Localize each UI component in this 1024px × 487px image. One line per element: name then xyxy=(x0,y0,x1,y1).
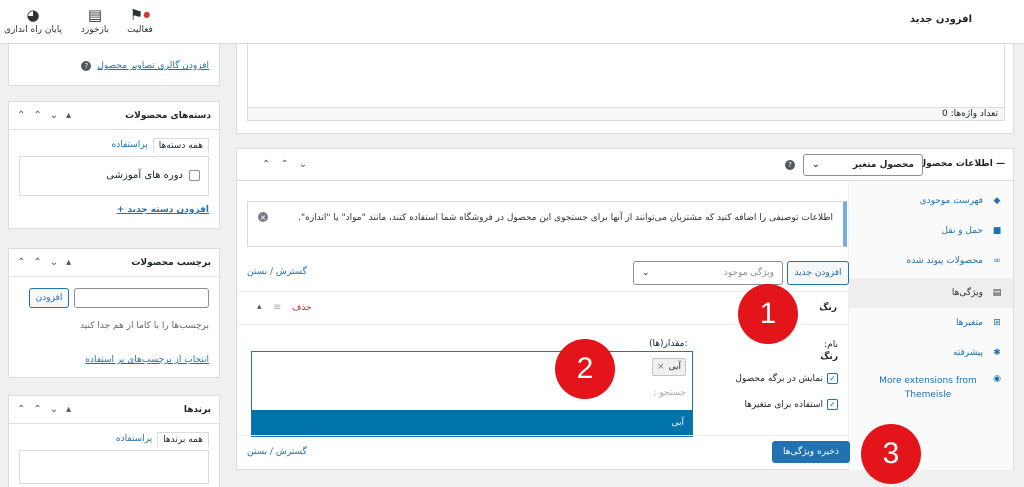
brands-box: برندها ⌃ ⌃ ⌄ ▴ همه برندها پراستفاده xyxy=(8,395,220,487)
box-arrows[interactable]: ⌃ ⌃ ⌄ ▴ xyxy=(17,110,71,121)
product-data-title: اطلاعات محصول — xyxy=(918,159,1005,169)
box-arrows[interactable]: ⌃ ⌃ ⌄ xyxy=(262,159,307,170)
chevron-down-icon: ⌄ xyxy=(298,159,308,170)
chevron-down-icon: ⌄ xyxy=(642,268,650,278)
editor-textarea[interactable] xyxy=(247,44,1005,108)
brands-box-header: برندها ⌃ ⌃ ⌄ ▴ xyxy=(9,396,219,424)
tab-popular-categories[interactable]: پراستفاده xyxy=(107,138,153,153)
add-new-category-link[interactable]: + افزودن دسته جدید xyxy=(117,205,209,215)
tab-more-extensions[interactable]: ◉ More extensions from Themeisle xyxy=(848,370,1013,410)
step-badge-2: 2 xyxy=(555,339,615,399)
attribute-values-label: مقدار(ها): xyxy=(649,339,688,349)
brand-list xyxy=(19,450,209,484)
tab-attributes[interactable]: ▤ ویژگی‌ها xyxy=(848,278,1013,308)
brands-title: برندها xyxy=(183,404,211,415)
feedback-icon: ▤ xyxy=(87,6,103,24)
existing-attribute-select[interactable]: ویژگی موجود ⌄ xyxy=(633,261,783,285)
tab-all-categories[interactable]: همه دسته‌ها xyxy=(152,138,209,153)
finish-setup-button[interactable]: ◕ پایان راه اندازی xyxy=(2,5,64,35)
help-icon[interactable]: ? xyxy=(785,160,795,170)
visible-on-page-option[interactable]: ✓ نمایش در برگه محصول xyxy=(735,373,838,384)
inventory-icon: ◆ xyxy=(993,196,1001,206)
advanced-gear-icon: ✱ xyxy=(993,348,1001,358)
tab-linked-products[interactable]: ∞ محصولات پیوند شده xyxy=(848,246,1013,276)
variations-grid-icon: ⊞ xyxy=(993,318,1001,328)
chevron-down-icon: ⌄ xyxy=(49,110,59,121)
help-icon[interactable]: ? xyxy=(81,61,92,71)
product-data-header: اطلاعات محصول — محصول متغیر ⌄ ? ⌃ ⌃ ⌄ xyxy=(237,149,1013,181)
product-type-select[interactable]: محصول متغیر ⌄ xyxy=(803,154,923,176)
tab-inventory[interactable]: ◆ فهرست موجودی xyxy=(848,186,1013,216)
dismiss-notice-icon[interactable]: × xyxy=(258,212,268,222)
tags-help-text: برچسب‌ها را با کاما از هم جدا کنید xyxy=(80,321,209,331)
shipping-truck-icon: ■ xyxy=(992,226,1002,236)
used-for-variations-option[interactable]: ✓ استفاده برای متغیرها xyxy=(744,399,838,410)
chevron-up-icon: ⌃ xyxy=(280,159,289,170)
remove-token-icon[interactable]: × xyxy=(657,362,665,372)
visible-on-page-checkbox[interactable]: ✓ xyxy=(827,373,838,384)
step-badge-3: 3 xyxy=(861,424,921,484)
page-title: افزودن جدید xyxy=(909,14,972,25)
expand-close-link[interactable]: گسترش / بستن xyxy=(247,267,307,277)
triangle-icon: ▴ xyxy=(66,110,72,121)
feedback-button[interactable]: ▤ بازخورد xyxy=(76,5,114,35)
category-checkbox[interactable] xyxy=(189,170,200,181)
tab-variations[interactable]: ⊞ متغیرها xyxy=(848,308,1013,338)
expand-close-link-bottom[interactable]: گسترش / بستن xyxy=(247,447,307,457)
tags-title: برچسب محصولات xyxy=(131,257,211,268)
top-bar: افزودن جدید ◕ پایان راه اندازی ▤ بازخورد… xyxy=(0,0,1024,44)
attributes-notice: اطلاعات توصیفی را اضافه کنید که مشتریان … xyxy=(247,201,847,247)
attribute-name-field: نام: رنگ xyxy=(820,340,838,362)
chevron-up-icon: ⌃ xyxy=(33,110,42,121)
attribute-name: رنگ xyxy=(819,303,837,313)
tags-box-header: برچسب محصولات ⌃ ⌃ ⌄ ▴ xyxy=(9,249,219,277)
drag-handle-icon[interactable]: ≡ xyxy=(273,302,281,313)
value-search-input[interactable]: جستجو ; xyxy=(653,388,686,398)
value-token[interactable]: آبی × xyxy=(651,358,686,376)
box-arrows[interactable]: ⌃ ⌃ ⌄ ▴ xyxy=(17,404,71,415)
add-new-attribute-button[interactable]: افزودن جدید xyxy=(787,261,849,285)
step-badge-1: 1 xyxy=(738,284,798,344)
used-for-variations-checkbox[interactable]: ✓ xyxy=(827,399,838,410)
product-data-box: اطلاعات محصول — محصول متغیر ⌄ ? ⌃ ⌃ ⌄ ◆ فهر… xyxy=(236,148,1014,470)
remove-attribute-link[interactable]: حذف xyxy=(292,303,312,313)
product-tags-box: برچسب محصولات ⌃ ⌃ ⌄ ▴ افزودن برچسب‌ها را با… xyxy=(8,248,220,378)
tab-popular-brands[interactable]: پراستفاده xyxy=(111,432,157,447)
product-categories-box: دسته‌های محصولات ⌃ ⌃ ⌄ ▴ همه دسته‌ها پراستف… xyxy=(8,101,220,229)
tab-advanced[interactable]: ✱ پیشرفته xyxy=(848,338,1013,368)
product-gallery-box: افزودن گالری تصاویر محصول ? xyxy=(8,44,220,86)
link-icon: ∞ xyxy=(993,256,1001,266)
add-gallery-images-link[interactable]: افزودن گالری تصاویر محصول xyxy=(97,61,209,71)
add-tag-button[interactable]: افزودن xyxy=(29,288,69,308)
attributes-icon: ▤ xyxy=(992,288,1002,298)
extensions-icon: ◉ xyxy=(993,374,1001,384)
word-count: تعداد واژه‌ها: 0 xyxy=(247,107,1005,121)
activity-flag-icon: ⚑● xyxy=(129,6,151,24)
content-editor: تعداد واژه‌ها: 0 xyxy=(236,44,1014,134)
chevron-down-icon: ⌄ xyxy=(812,160,820,170)
attribute-values-select[interactable]: آبی × جستجو ; آبی xyxy=(251,351,693,437)
category-item[interactable]: دوره های آموزشی xyxy=(106,170,200,181)
choose-popular-tags-link[interactable]: انتخاب از برچسب‌های پر استفاده xyxy=(85,355,209,365)
tag-input[interactable] xyxy=(74,288,209,308)
collapse-arrow-icon[interactable]: ▴ xyxy=(257,302,262,312)
categories-title: دسته‌های محصولات xyxy=(125,110,211,121)
chevron-up-icon: ⌃ xyxy=(262,159,271,170)
activity-button[interactable]: ⚑● فعالیت xyxy=(122,5,158,35)
finish-setup-icon: ◕ xyxy=(26,6,40,24)
save-attributes-button[interactable]: ذخیره ویژگی‌ها xyxy=(772,441,850,463)
product-data-tabs: ◆ فهرست موجودی ■ حمل و نقل ∞ محصولات پیوند … xyxy=(848,182,1013,470)
categories-box-header: دسته‌های محصولات ⌃ ⌃ ⌄ ▴ xyxy=(9,102,219,130)
box-arrows[interactable]: ⌃ ⌃ ⌄ ▴ xyxy=(17,257,71,268)
tab-shipping[interactable]: ■ حمل و نقل xyxy=(848,216,1013,246)
tab-all-brands[interactable]: همه برندها xyxy=(157,432,209,447)
category-list: دوره های آموزشی xyxy=(19,156,209,196)
chevron-up-icon: ⌃ xyxy=(17,110,26,121)
dropdown-option-highlighted[interactable]: آبی xyxy=(252,410,692,436)
